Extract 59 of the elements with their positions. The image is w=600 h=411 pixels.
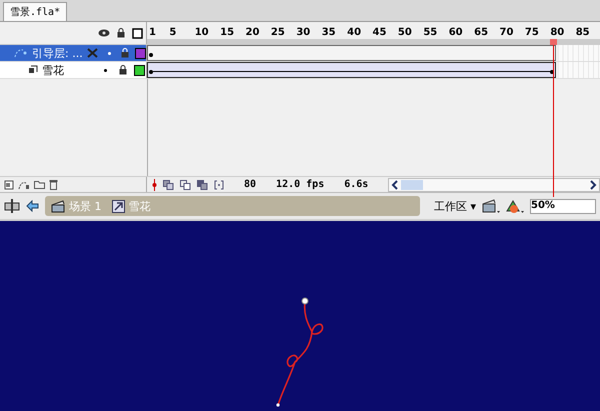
- frame-number: 85: [576, 27, 590, 38]
- edit-multiple-frames-icon[interactable]: [197, 180, 208, 190]
- shapes-icon[interactable]: [506, 198, 524, 214]
- folder-icon[interactable]: [34, 180, 45, 189]
- lock-icon[interactable]: [118, 65, 126, 75]
- elapsed-time: 6.6s: [344, 179, 368, 190]
- onion-markers-icon[interactable]: [214, 180, 224, 190]
- horizontal-scrollbar[interactable]: [388, 178, 600, 192]
- frame-number: 15: [220, 27, 234, 38]
- timeline-toggle-icon[interactable]: [4, 199, 20, 213]
- current-frame: 80: [244, 179, 256, 190]
- layer-name[interactable]: 引导层: ...: [32, 46, 83, 60]
- frame-number: 50: [398, 27, 412, 38]
- outline-icon[interactable]: [132, 28, 143, 38]
- add-guide-layer-icon[interactable]: [18, 180, 30, 190]
- guide-layer-icon: [14, 48, 28, 58]
- layer-row[interactable]: 引导层: ...: [0, 45, 147, 61]
- clapperboard-icon[interactable]: [482, 198, 500, 214]
- onion-skin-icon[interactable]: [163, 180, 174, 190]
- frame-number: 1: [149, 27, 156, 38]
- layer-icon: [28, 65, 38, 75]
- frame-number: 10: [194, 27, 209, 38]
- frame-number: 70: [500, 27, 514, 38]
- onion-outline-icon[interactable]: [180, 180, 191, 190]
- motion-tween-span[interactable]: [147, 62, 556, 78]
- frame-rate: 12.0 fps: [276, 179, 324, 190]
- lock-icon[interactable]: [120, 48, 129, 58]
- new-layer-icon[interactable]: [4, 180, 14, 190]
- frame-number: 40: [347, 27, 362, 38]
- layer-name[interactable]: 雪花: [42, 62, 95, 78]
- movie-clip-icon: [112, 200, 124, 212]
- frame-span[interactable]: [147, 45, 556, 61]
- frame-number: 20: [246, 27, 260, 38]
- eye-icon[interactable]: [98, 29, 110, 37]
- outline-color-swatch[interactable]: [134, 48, 146, 58]
- pencil-crossed-icon: [86, 48, 98, 58]
- frame-number: 5: [169, 27, 176, 38]
- layer-row[interactable]: 雪花: [0, 62, 147, 78]
- visible-dot[interactable]: [104, 68, 107, 72]
- visible-dot[interactable]: [108, 52, 111, 54]
- workspace-menu[interactable]: 工作区 ▾: [434, 198, 476, 214]
- frame-number: 30: [296, 27, 310, 38]
- scroll-thumb[interactable]: [401, 180, 424, 190]
- frame-number: 25: [270, 27, 285, 38]
- frame-number: 75: [524, 27, 539, 38]
- frame-number: 55: [423, 27, 438, 38]
- lock-icon[interactable]: [117, 28, 125, 38]
- frame-number: 35: [322, 27, 336, 38]
- frame-number: 65: [474, 27, 488, 38]
- center-frame-icon[interactable]: [152, 178, 157, 190]
- trash-icon[interactable]: [49, 179, 58, 190]
- clapperboard-icon: [51, 200, 65, 212]
- frame-number: 80: [550, 27, 564, 38]
- outline-color-swatch[interactable]: [134, 64, 145, 76]
- document-tab[interactable]: 雪景.fla*: [3, 2, 68, 21]
- back-arrow-icon[interactable]: [26, 200, 39, 212]
- frame-number: 60: [448, 27, 463, 38]
- zoom-field[interactable]: 50%: [530, 198, 596, 214]
- frame-number: 45: [372, 27, 386, 38]
